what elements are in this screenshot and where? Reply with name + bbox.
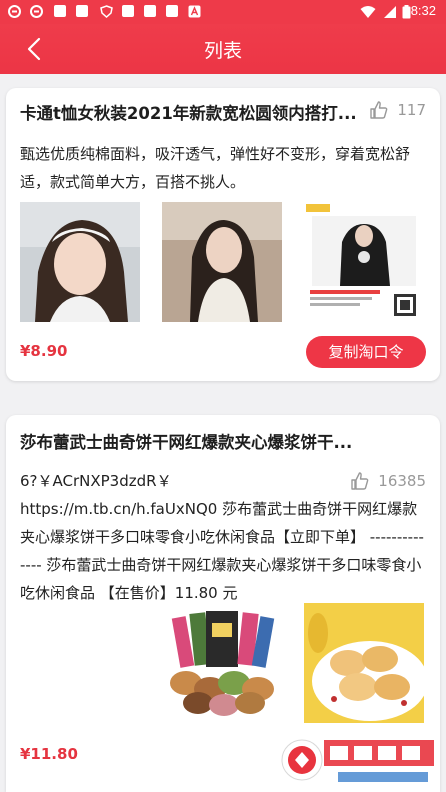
notification-icon <box>166 5 178 17</box>
app-notification-icon <box>30 5 43 18</box>
thumbs-up-icon[interactable] <box>350 471 370 491</box>
text-a-icon <box>188 5 201 18</box>
product-image[interactable] <box>162 202 282 322</box>
product-image[interactable] <box>304 603 424 723</box>
notification-icon <box>54 5 66 17</box>
app-header: 列表 <box>0 24 446 74</box>
product-code: 6?￥ACrNXP3dzdR￥ <box>20 472 172 490</box>
notification-icon <box>144 5 156 17</box>
signal-icon <box>384 6 396 18</box>
shield-icon <box>100 5 113 18</box>
product-price: ¥8.90 <box>20 342 68 360</box>
product-description: 甄选优质纯棉面料，吸汗透气，弹性好不变形，穿着宽松舒适，款式简单大方，百搭不挑人… <box>20 145 411 191</box>
page-title: 列表 <box>203 41 242 62</box>
status-bar: 8:32 <box>0 0 446 24</box>
copy-taobao-code-button[interactable]: 复制淘口令 <box>306 336 426 368</box>
like-counter[interactable]: 16385 <box>350 471 426 491</box>
product-image[interactable] <box>304 202 424 322</box>
like-count: 16385 <box>378 472 426 490</box>
like-count: 117 <box>397 101 426 119</box>
product-title: 莎布蕾武士曲奇饼干网红爆款夹心爆浆饼干... <box>20 433 353 452</box>
watermark-logo <box>281 739 434 782</box>
thumbs-up-icon[interactable] <box>369 100 389 120</box>
status-time: 8:32 <box>410 3 436 18</box>
product-description: https://m.tb.cn/h.faUxNQ0 莎布蕾武士曲奇饼干网红爆款夹… <box>20 500 424 602</box>
like-counter[interactable]: 117 <box>369 100 426 120</box>
product-image[interactable] <box>162 603 282 723</box>
product-title: 卡通t恤女秋装2021年新款宽松圆领内搭打... <box>20 104 357 123</box>
product-card[interactable]: 卡通t恤女秋装2021年新款宽松圆领内搭打... 117 甄选优质纯棉面料，吸汗… <box>6 88 440 381</box>
notification-icon <box>76 5 88 17</box>
product-image[interactable] <box>20 202 140 322</box>
product-price: ¥11.80 <box>20 745 78 763</box>
notification-icon <box>122 5 134 17</box>
app-notification-icon <box>8 5 21 18</box>
wifi-icon <box>360 6 376 18</box>
battery-icon <box>402 5 411 19</box>
